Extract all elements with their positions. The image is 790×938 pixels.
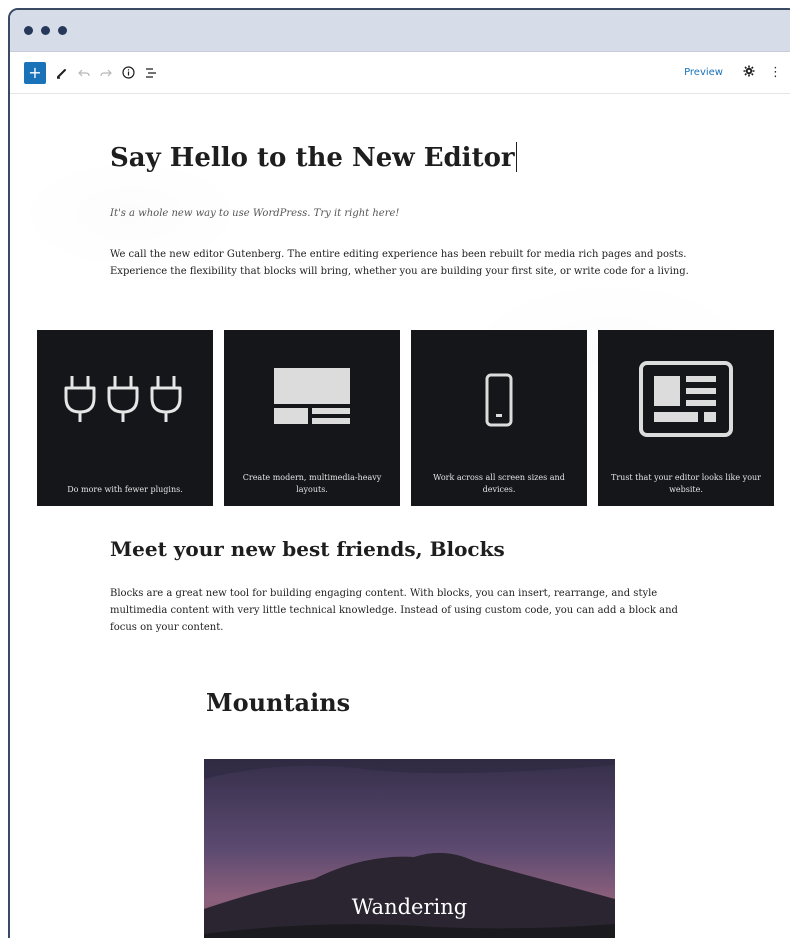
editor-canvas: Say Hello to the New Editor It's a whole… [10, 94, 790, 938]
gallery-caption: Do more with fewer plugins. [67, 485, 183, 494]
window-dot-close[interactable] [24, 26, 33, 35]
mountains-heading[interactable]: Mountains [206, 688, 350, 717]
gallery-item-website[interactable]: Trust that your editor looks like your w… [598, 330, 774, 506]
blocks-heading[interactable]: Meet your new best friends, Blocks [110, 537, 505, 561]
post-title-text: Say Hello to the New Editor [110, 143, 515, 173]
text-caret [515, 142, 517, 172]
intro-paragraph[interactable]: We call the new editor Gutenberg. The en… [110, 246, 700, 280]
pencil-icon[interactable] [56, 62, 68, 84]
window-dot-maximize[interactable] [58, 26, 67, 35]
gallery-item-plugins[interactable]: Do more with fewer plugins. [37, 330, 213, 506]
window-dot-minimize[interactable] [41, 26, 50, 35]
cover-block[interactable]: Wandering [204, 759, 615, 938]
window-titlebar [10, 10, 790, 52]
add-block-button[interactable]: + [24, 61, 46, 84]
layout-icon [274, 368, 350, 424]
browser-window: + Preview ⋮ Say Hello to the New Editor … [8, 8, 790, 938]
editor-toolbar: + Preview ⋮ [10, 52, 790, 94]
gallery-item-devices[interactable]: Work across all screen sizes and devices… [411, 330, 587, 506]
plugs-icon [64, 376, 182, 422]
cover-title[interactable]: Wandering [204, 895, 615, 919]
undo-icon[interactable] [78, 62, 90, 84]
info-icon[interactable] [122, 62, 135, 84]
gear-icon[interactable] [743, 65, 755, 81]
website-icon [639, 361, 733, 437]
gallery-caption: Create modern, multimedia-heavy layouts. [242, 473, 382, 494]
redo-icon[interactable] [100, 62, 112, 84]
gallery-item-layouts[interactable]: Create modern, multimedia-heavy layouts. [224, 330, 400, 506]
phone-icon [485, 373, 513, 427]
blocks-paragraph[interactable]: Blocks are a great new tool for building… [110, 585, 700, 636]
intro-italic-paragraph[interactable]: It's a whole new way to use WordPress. T… [110, 208, 399, 219]
gallery-caption: Work across all screen sizes and devices… [433, 473, 565, 494]
gallery-caption: Trust that your editor looks like your w… [611, 473, 761, 494]
preview-button[interactable]: Preview [684, 67, 723, 78]
post-title[interactable]: Say Hello to the New Editor [110, 142, 517, 173]
gallery-block[interactable]: Do more with fewer plugins. Create moder… [37, 330, 777, 506]
more-icon[interactable]: ⋮ [769, 65, 782, 80]
list-view-icon[interactable] [145, 62, 157, 84]
